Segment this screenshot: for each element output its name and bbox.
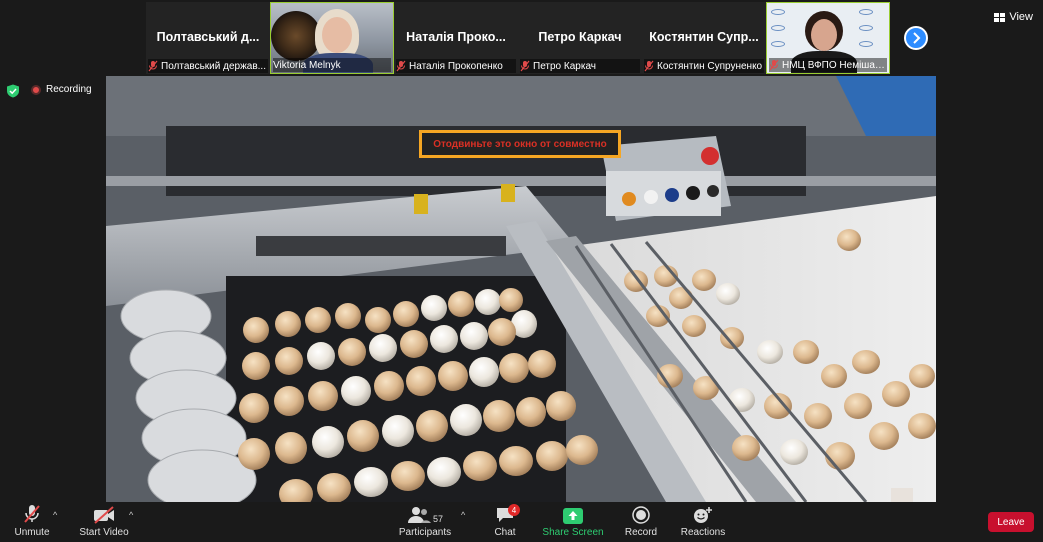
share-warning-banner[interactable]: Отодвиньте это окно от совместно <box>419 130 621 158</box>
participant-name: Наталія Проко... <box>406 30 506 44</box>
chat-label: Chat <box>494 527 516 538</box>
leave-button[interactable]: Leave <box>988 512 1034 532</box>
audio-options-caret[interactable]: ^ <box>53 510 57 520</box>
grid-icon <box>994 12 1006 22</box>
recording-label: Recording <box>46 84 92 95</box>
view-label: View <box>1009 11 1033 23</box>
participant-name: Костянтин Супр... <box>649 30 759 44</box>
participants-label: Participants <box>398 527 452 538</box>
recording-dot-icon <box>31 84 41 95</box>
participant-name: Петро Каркач <box>538 30 622 44</box>
reactions-button[interactable]: Reactions <box>678 502 728 542</box>
video-off-icon <box>94 506 114 524</box>
participant-tile[interactable]: НМЦ ВФПО Немішає... <box>766 2 890 74</box>
chat-badge: 4 <box>508 504 520 516</box>
participants-icon <box>407 507 431 523</box>
participant-tile[interactable]: Петро Каркач Петро Каркач <box>518 2 642 74</box>
unmute-label: Unmute <box>14 527 50 538</box>
share-screen-icon <box>563 508 583 524</box>
mic-muted-icon <box>396 60 406 72</box>
start-video-button[interactable]: Start Video <box>79 502 129 542</box>
shield-icon[interactable] <box>6 84 20 98</box>
next-page-button[interactable] <box>904 26 928 50</box>
participant-tile[interactable]: Полтавський д... Полтавський держав... <box>146 2 270 74</box>
record-button[interactable]: Record <box>620 502 662 542</box>
chevron-right-icon <box>913 32 921 44</box>
participant-label: Viktoria Melnyk <box>273 58 391 72</box>
share-screen-label: Share Screen <box>542 527 604 538</box>
video-options-caret[interactable]: ^ <box>129 510 133 520</box>
participant-label: Костянтин Супруненко <box>644 59 764 73</box>
mic-muted-icon <box>520 60 530 72</box>
record-icon <box>632 506 650 524</box>
gallery-strip: Полтавський д... Полтавський держав... V… <box>146 2 936 74</box>
participants-count: 57 <box>432 514 443 524</box>
reactions-label: Reactions <box>680 527 726 538</box>
participant-tile[interactable]: Наталія Проко... Наталія Прокопенко <box>394 2 518 74</box>
recording-indicator[interactable]: Recording <box>31 84 92 95</box>
smile-plus-icon <box>694 507 712 523</box>
participant-tile[interactable]: Костянтин Супр... Костянтин Супруненко <box>642 2 766 74</box>
participant-tile-active[interactable]: Viktoria Melnyk <box>270 2 394 74</box>
participant-name: Полтавський д... <box>156 30 260 44</box>
mic-muted-icon <box>148 60 158 72</box>
participant-label: НМЦ ВФПО Немішає... <box>769 58 887 72</box>
mic-muted-icon <box>24 505 40 523</box>
participant-label: Петро Каркач <box>520 59 640 73</box>
view-button[interactable]: View <box>994 11 1033 23</box>
mic-muted-icon <box>769 59 779 71</box>
participants-options-caret[interactable]: ^ <box>461 510 465 520</box>
record-label: Record <box>624 527 658 538</box>
start-video-label: Start Video <box>79 527 129 538</box>
meeting-toolbar: Unmute ^ Start Video ^ 57 Participants ^… <box>0 502 1043 542</box>
share-warning-text: Отодвиньте это окно от совместно <box>433 138 607 150</box>
participant-label: Наталія Прокопенко <box>396 59 516 73</box>
participant-label: Полтавський держав... <box>148 59 268 73</box>
unmute-button[interactable]: Unmute <box>12 502 52 542</box>
mic-muted-icon <box>644 60 654 72</box>
share-screen-button[interactable]: Share Screen <box>542 502 604 542</box>
participants-button[interactable]: 57 Participants <box>397 502 453 542</box>
